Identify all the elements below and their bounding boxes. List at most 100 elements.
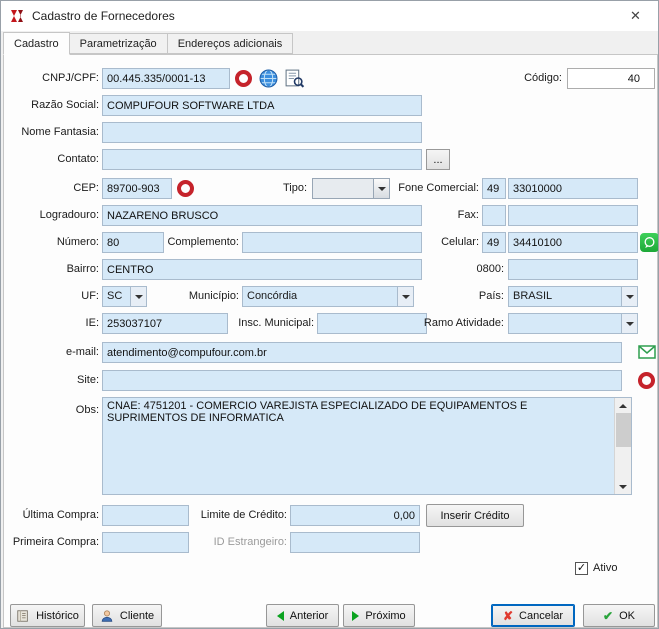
whatsapp-icon[interactable] <box>640 233 659 252</box>
arrow-right-icon <box>352 611 359 621</box>
pais-select[interactable]: BRASIL <box>508 286 638 307</box>
app-icon <box>9 8 25 24</box>
ultima-compra-label: Última Compra: <box>7 505 99 526</box>
site-input[interactable] <box>102 370 622 391</box>
chevron-down-icon <box>621 287 637 306</box>
tab-page-cadastro: CNPJ/CPF: Código: Razão Social: Nome Fan… <box>3 54 658 628</box>
titlebar: Cadastro de Fornecedores ✕ <box>1 1 658 31</box>
tipo-label: Tipo: <box>252 178 307 199</box>
obs-label: Obs: <box>7 400 99 421</box>
ie-label: IE: <box>7 313 99 334</box>
obs-scrollbar[interactable] <box>614 398 631 494</box>
site-open-icon[interactable] <box>638 372 655 389</box>
uf-select[interactable]: SC <box>102 286 147 307</box>
codigo-label: Código: <box>482 68 562 89</box>
fax-label: Fax: <box>379 205 479 226</box>
supplier-registration-window: Cadastro de Fornecedores ✕ Cadastro Para… <box>0 0 659 629</box>
ativo-label: Ativo <box>593 558 633 579</box>
limite-credito-input[interactable] <box>290 505 420 526</box>
check-icon: ✔ <box>603 610 613 622</box>
document-search-icon[interactable] <box>284 69 305 88</box>
anterior-button[interactable]: Anterior <box>266 604 339 627</box>
scroll-up-icon[interactable] <box>615 398 631 413</box>
obs-field: CNAE: 4751201 - COMERCIO VAREJISTA ESPEC… <box>102 397 632 495</box>
tab-parametrizacao[interactable]: Parametrização <box>69 33 168 54</box>
chevron-down-icon <box>621 314 637 333</box>
contato-input[interactable] <box>102 149 422 170</box>
tab-enderecos-adicionais[interactable]: Endereços adicionais <box>167 33 294 54</box>
cnpj-lookup-icon[interactable] <box>235 70 252 87</box>
nome-fantasia-input[interactable] <box>102 122 422 143</box>
contato-more-button[interactable]: ... <box>426 149 450 170</box>
insc-municipal-label: Insc. Municipal: <box>232 313 314 334</box>
globe-icon[interactable] <box>259 69 278 88</box>
cliente-button[interactable]: Cliente <box>92 604 162 627</box>
pais-label: País: <box>424 286 504 307</box>
cnpj-label: CNPJ/CPF: <box>7 68 99 89</box>
numero-label: Número: <box>7 232 99 253</box>
email-icon[interactable] <box>638 345 656 359</box>
logradouro-input[interactable] <box>102 205 422 226</box>
numero-input[interactable] <box>102 232 164 253</box>
close-button[interactable]: ✕ <box>613 1 658 30</box>
celular-ddd-input[interactable] <box>482 232 506 253</box>
obs-input[interactable]: CNAE: 4751201 - COMERCIO VAREJISTA ESPEC… <box>103 398 614 494</box>
ultima-compra-input[interactable] <box>102 505 189 526</box>
razao-social-input[interactable] <box>102 95 422 116</box>
historico-button[interactable]: Histórico <box>10 604 85 627</box>
bairro-label: Bairro: <box>7 259 99 280</box>
tel0800-label: 0800: <box>424 259 504 280</box>
primeira-compra-label: Primeira Compra: <box>7 532 99 553</box>
cancel-x-icon: ✘ <box>503 610 513 622</box>
chevron-down-icon <box>397 287 413 306</box>
window-title: Cadastro de Fornecedores <box>32 9 175 23</box>
fone-ddd-input[interactable] <box>482 178 506 199</box>
check-icon: ✓ <box>577 563 586 574</box>
cep-input[interactable] <box>102 178 172 199</box>
tab-cadastro[interactable]: Cadastro <box>3 32 70 55</box>
ramo-atividade-select[interactable] <box>508 313 638 334</box>
ramo-atividade-label: Ramo Atividade: <box>404 313 504 334</box>
arrow-left-icon <box>277 611 284 621</box>
cnpj-input[interactable] <box>102 68 230 89</box>
fone-comercial-label: Fone Comercial: <box>379 178 479 199</box>
limite-credito-label: Limite de Crédito: <box>192 505 287 526</box>
primeira-compra-input[interactable] <box>102 532 189 553</box>
chevron-down-icon <box>130 287 146 306</box>
codigo-input[interactable] <box>567 68 655 89</box>
scroll-down-icon[interactable] <box>615 479 631 494</box>
bairro-input[interactable] <box>102 259 422 280</box>
ativo-checkbox[interactable]: ✓ <box>575 562 588 575</box>
site-label: Site: <box>7 370 99 391</box>
id-estrangeiro-label: ID Estrangeiro: <box>192 532 287 553</box>
uf-label: UF: <box>7 286 99 307</box>
fone-input[interactable] <box>508 178 638 199</box>
tab-strip: Cadastro Parametrização Endereços adicio… <box>3 32 292 54</box>
proximo-button[interactable]: Próximo <box>343 604 415 627</box>
cancelar-button[interactable]: ✘ Cancelar <box>491 604 575 627</box>
person-icon <box>100 609 114 623</box>
ok-button[interactable]: ✔ OK <box>583 604 655 627</box>
id-estrangeiro-input[interactable] <box>290 532 420 553</box>
fax-input[interactable] <box>508 205 638 226</box>
razao-social-label: Razão Social: <box>7 95 99 116</box>
logradouro-label: Logradouro: <box>7 205 99 226</box>
email-label: e-mail: <box>7 342 99 363</box>
celular-label: Celular: <box>379 232 479 253</box>
celular-input[interactable] <box>508 232 638 253</box>
fax-ddd-input[interactable] <box>482 205 506 226</box>
contato-label: Contato: <box>7 149 99 170</box>
municipio-label: Município: <box>162 286 239 307</box>
cep-label: CEP: <box>7 178 99 199</box>
complemento-label: Complemento: <box>162 232 239 253</box>
history-book-icon <box>16 609 30 623</box>
inserir-credito-button[interactable]: Inserir Crédito <box>426 504 524 527</box>
nome-fantasia-label: Nome Fantasia: <box>7 122 99 143</box>
tel0800-input[interactable] <box>508 259 638 280</box>
ie-input[interactable] <box>102 313 228 334</box>
close-icon: ✕ <box>630 8 641 24</box>
email-input[interactable] <box>102 342 622 363</box>
scrollbar-thumb[interactable] <box>616 413 631 447</box>
municipio-select[interactable]: Concórdia <box>242 286 414 307</box>
cep-lookup-icon[interactable] <box>177 180 194 197</box>
